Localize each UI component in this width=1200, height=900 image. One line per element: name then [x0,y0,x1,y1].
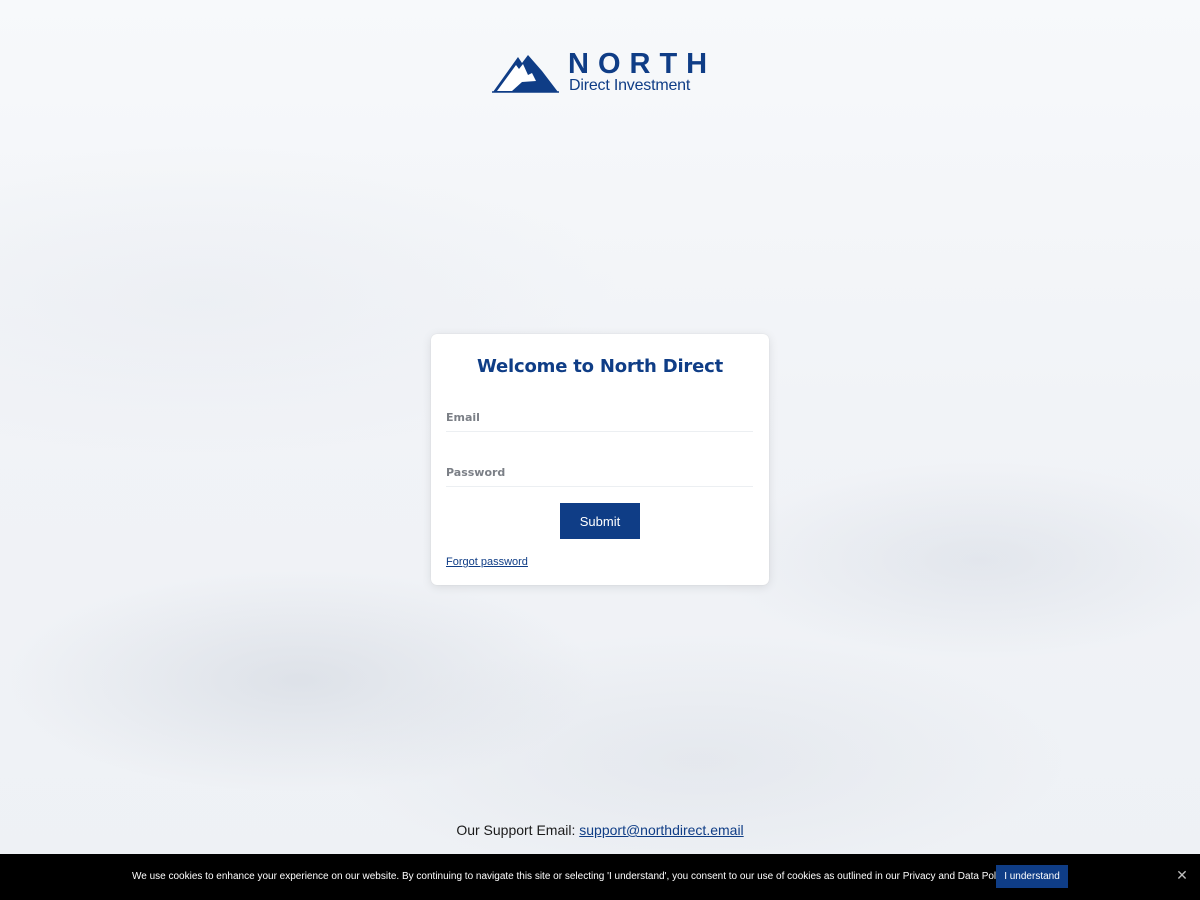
forgot-password-link[interactable]: Forgot password [446,556,528,568]
password-field-wrapper [446,457,753,487]
brand-subtitle: Direct Investment [569,77,691,94]
cookie-accept-button[interactable]: I understand [996,865,1068,888]
email-field[interactable] [446,402,753,432]
support-label: Our Support Email: [456,822,576,838]
brand-name: NORTH [568,48,717,80]
cookie-text: We use cookies to enhance your experienc… [132,871,1011,882]
brand-logo: NORTH Direct Investment [490,48,714,96]
support-email-link[interactable]: support@northdirect.email [579,822,743,838]
password-field[interactable] [446,457,753,487]
mountain-logo-icon [492,55,559,93]
submit-button[interactable]: Submit [560,503,640,539]
cookie-banner: We use cookies to enhance your experienc… [0,854,1200,900]
email-field-wrapper [446,402,753,432]
login-card: Welcome to North Direct Submit Forgot pa… [431,334,769,585]
close-icon[interactable]: ✕ [1175,869,1189,883]
login-title: Welcome to North Direct [477,356,723,377]
support-line: Our Support Email: support@northdirect.e… [0,822,1200,838]
